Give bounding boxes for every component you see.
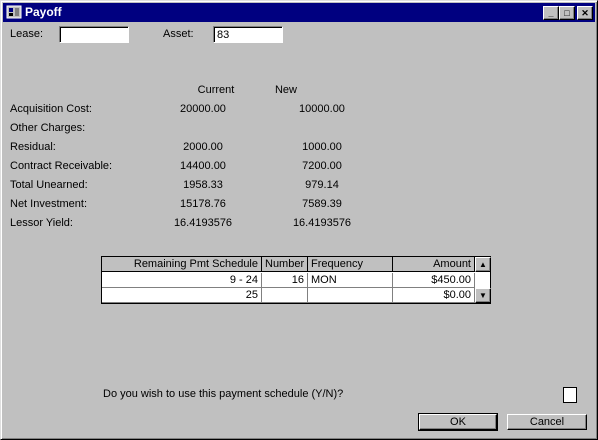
grid-cell-number[interactable]	[262, 288, 308, 303]
title-bar[interactable]: Payoff _ □ ✕	[3, 3, 595, 22]
app-icon	[6, 5, 22, 19]
use-schedule-checkbox[interactable]	[563, 387, 577, 403]
asset-label: Asset:	[163, 28, 194, 40]
cancel-button[interactable]: Cancel	[507, 414, 587, 430]
use-schedule-question: Do you wish to use this payment schedule…	[103, 388, 344, 400]
residual-label: Residual:	[10, 141, 56, 153]
contract-receivable-current: 14400.00	[180, 160, 226, 172]
ok-button[interactable]: OK	[418, 413, 498, 431]
scroll-down-button[interactable]: ▼	[475, 288, 491, 303]
lessor-yield-new: 16.4193576	[292, 217, 352, 229]
net-investment-label: Net Investment:	[10, 198, 88, 210]
grid-cell-amount[interactable]: $0.00	[393, 288, 475, 303]
payment-schedule-grid[interactable]: Remaining Pmt Schedule Number Frequency …	[101, 256, 491, 304]
total-unearned-current: 1958.33	[183, 179, 223, 191]
grid-cell-frequency[interactable]	[308, 288, 393, 303]
grid-cell-remaining[interactable]: 9 - 24	[102, 273, 262, 288]
window-title: Payoff	[25, 5, 62, 19]
maximize-button[interactable]: □	[559, 6, 575, 20]
contract-receivable-label: Contract Receivable:	[10, 160, 113, 172]
minimize-button[interactable]: _	[543, 6, 559, 20]
close-button[interactable]: ✕	[577, 6, 593, 20]
net-investment-current: 15178.76	[180, 198, 226, 210]
grid-cell-remaining[interactable]: 25	[102, 288, 262, 303]
grid-cell-frequency[interactable]: MON	[308, 273, 393, 288]
acquisition-cost-new: 10000.00	[299, 103, 345, 115]
lease-input[interactable]	[59, 26, 129, 43]
grid-header-frequency[interactable]: Frequency	[308, 257, 393, 272]
net-investment-new: 7589.39	[302, 198, 342, 210]
total-unearned-new: 979.14	[305, 179, 339, 191]
total-unearned-label: Total Unearned:	[10, 179, 88, 191]
grid-header-remaining[interactable]: Remaining Pmt Schedule	[102, 257, 262, 272]
current-column-header: Current	[197, 84, 235, 96]
grid-cell-amount[interactable]: $450.00	[393, 273, 475, 288]
other-charges-label: Other Charges:	[10, 122, 86, 134]
asset-input[interactable]	[213, 26, 283, 43]
residual-new: 1000.00	[302, 141, 342, 153]
acquisition-cost-current: 20000.00	[180, 103, 226, 115]
scroll-up-button[interactable]: ▲	[475, 257, 491, 272]
residual-current: 2000.00	[183, 141, 223, 153]
lessor-yield-current: 16.4193576	[173, 217, 233, 229]
contract-receivable-new: 7200.00	[302, 160, 342, 172]
new-column-header: New	[274, 84, 297, 96]
acquisition-cost-label: Acquisition Cost:	[10, 103, 92, 115]
grid-cell-number[interactable]: 16	[262, 273, 308, 288]
grid-header-amount[interactable]: Amount	[393, 257, 475, 272]
lessor-yield-label: Lessor Yield:	[10, 217, 73, 229]
lease-label: Lease:	[10, 28, 44, 40]
grid-header-number[interactable]: Number	[262, 257, 308, 272]
